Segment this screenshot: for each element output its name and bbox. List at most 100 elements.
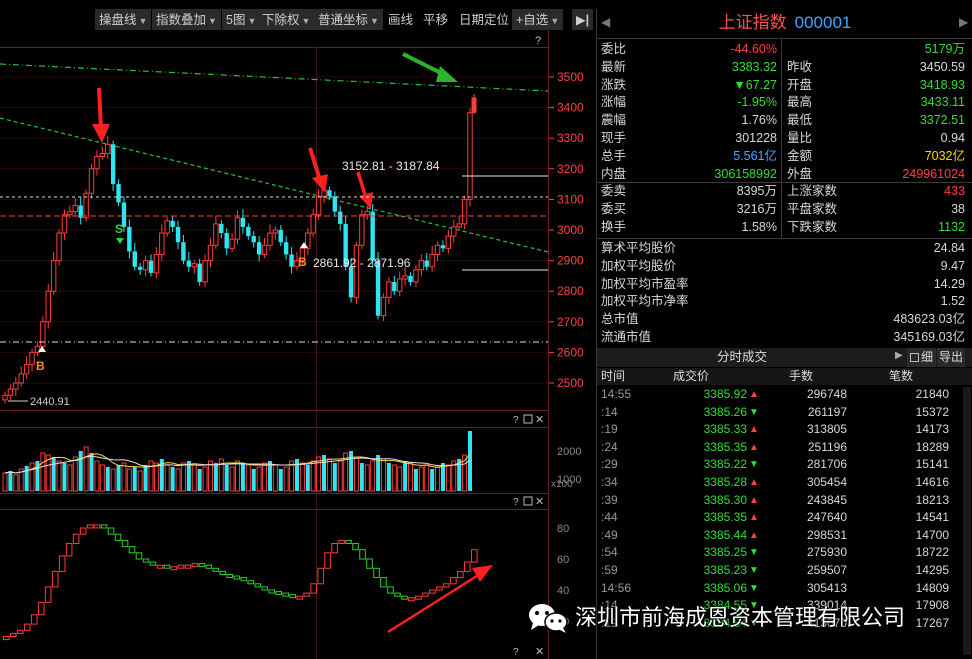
candle-body [251,236,256,243]
trade-time: :49 [601,527,618,542]
toolbar-item-2[interactable]: 5图 ▼ [222,9,261,31]
trade-list-scroll-icon[interactable]: ▶ [895,350,903,361]
trade-row[interactable]: :54 3385.25 ▼ 275930 18722 [597,544,972,562]
indicator-step [107,527,115,535]
volume-bar [278,469,283,491]
indicator-step [135,552,143,560]
volume-bar [229,466,235,492]
price-tick: 3400 [557,101,584,115]
trade-row[interactable]: :59 3385.23 ▼ 259507 14295 [597,562,972,580]
quote-value: 3372.51 [919,113,965,128]
trade-row[interactable]: 14:55 3385.92 ▲ 296748 21840 [597,386,972,404]
candle-body [170,220,175,227]
volume-bar [353,456,359,492]
help-icon[interactable]: ? [535,35,541,47]
candle-body [153,253,160,274]
quote-value: 3418.93 [919,77,965,92]
stat-label: 加权平均市净率 [601,294,689,309]
trade-row[interactable]: :44 3385.35 ▲ 247640 14541 [597,509,972,527]
stat-value: 1.52 [940,294,965,309]
kline-chart-area[interactable]: 操盘线 ▼ 指数叠加 ▼ 5图 ▼ 下除权 ▼ 普通坐标 ▼ 画线 平移 日期定位 +自选 ▼ ▶| 3500… [0,0,594,659]
indicator-step [401,595,408,600]
toolbar-item-3[interactable]: 下除权 ▼ [258,9,315,31]
volume-bar [408,462,414,492]
indicator-step [429,589,436,594]
index-code: 000001 [794,13,852,32]
candle-body [353,244,360,298]
toolbar-item-0[interactable]: 操盘线 ▼ [95,9,152,31]
toolbar-item-8[interactable]: +自选 ▼ [512,9,564,31]
trade-volume: 281706 [806,457,847,472]
volume-bar [207,460,213,492]
indicator-tick: 40 [557,585,569,597]
chart-canvas[interactable]: 3500 3400 3300 3200 3100 3000 2900 2800 2700 2600… [0,30,594,659]
quote-row: 总手 5.561亿 金额 7032亿 [597,148,972,165]
trade-volume: 313805 [806,422,847,437]
volume-bar [105,467,110,491]
trade-export-button[interactable]: 导出 [937,348,966,367]
indicator-step [359,549,366,560]
trade-list-header: 分时成交 ▶ 细 导出 [597,348,972,367]
volume-bar [418,466,424,492]
trade-scrollbar[interactable] [963,387,971,655]
trade-time: :19 [601,422,618,437]
volume-bar [78,451,83,491]
quote-value: -44.60% [730,42,777,56]
volume-bar [99,464,105,492]
trade-row[interactable]: :14 3385.26 ▼ 261197 15372 [597,404,972,422]
price-tick: 2600 [557,345,584,359]
trade-row[interactable]: :34 3385.28 ▲ 305454 14616 [597,474,972,492]
trade-direction-icon: ▲ [749,441,759,453]
candle-body [229,238,235,249]
indicator-step [121,539,129,548]
vol-help-icon[interactable]: ? [513,415,519,426]
trade-row[interactable]: :19 3385.33 ▲ 313805 14173 [597,421,972,439]
indicator-step [212,567,220,572]
trade-price: 3385.26 [703,404,747,419]
volume-bar [435,466,441,492]
indicator-step [100,524,108,529]
toolbar-item-6[interactable]: 平移 [419,9,452,31]
volume-bar [326,458,332,492]
volume-bar [424,464,430,492]
trade-price: 3385.30 [703,492,747,507]
volume-bar [202,466,208,492]
quote-row: 内盘 306158992 外盘 249961024 [597,166,972,183]
quote-row: 委买 3216万 平盘家数 38 [597,201,972,218]
trade-row[interactable]: :24 3385.35 ▲ 251196 18289 [597,439,972,457]
trade-row[interactable]: :29 3385.22 ▼ 281706 15141 [597,456,972,474]
trade-row[interactable]: :49 3385.44 ▲ 298531 14700 [597,527,972,545]
trade-row[interactable]: :39 3385.30 ▲ 243845 18213 [597,492,972,510]
volume-bar [164,464,170,492]
candle-body [234,217,241,240]
candle-body [142,260,149,271]
trade-row[interactable]: 14:56 3385.06 ▼ 305413 14809 [597,580,972,598]
collapse-panel-icon[interactable]: ▶| [572,9,594,31]
toolbar-item-5[interactable]: 画线 [384,9,417,31]
quote-label: 涨跌 [601,77,627,92]
volume-bar [305,465,310,491]
toolbar-item-1[interactable]: 指数叠加 ▼ [152,9,221,31]
quote-value: 0.94 [940,131,965,145]
ind-help-icon[interactable]: ? [513,497,519,508]
vol-close-icon[interactable]: ✕ [535,414,544,426]
candle-body [13,382,19,390]
candle-body [213,223,219,246]
bottom-close-icon[interactable]: ✕ [535,646,544,658]
toolbar-item-7[interactable]: 日期定位 [455,9,513,31]
volume-bar [13,474,19,492]
toolbar-item-4[interactable]: 普通坐标 ▼ [314,9,383,31]
quote-label: 上涨家数 [787,184,838,199]
quote-label: 昨收 [787,59,813,74]
trade-detail-button[interactable]: 细 [907,348,937,367]
volume-bar [445,464,451,492]
quote-value: 3433.11 [920,95,965,110]
volume-bar [245,464,251,492]
quote-label: 震幅 [601,113,627,128]
watermark: 深圳市前海成恩资本管理有限公司 [527,598,947,638]
ind-close-icon[interactable]: ✕ [535,496,544,508]
bottom-help-icon[interactable]: ? [513,647,519,658]
quote-label: 开盘 [787,77,813,92]
buy-marker-1: B [36,359,45,373]
dropdown-arrow-icon: ▼ [208,16,217,26]
